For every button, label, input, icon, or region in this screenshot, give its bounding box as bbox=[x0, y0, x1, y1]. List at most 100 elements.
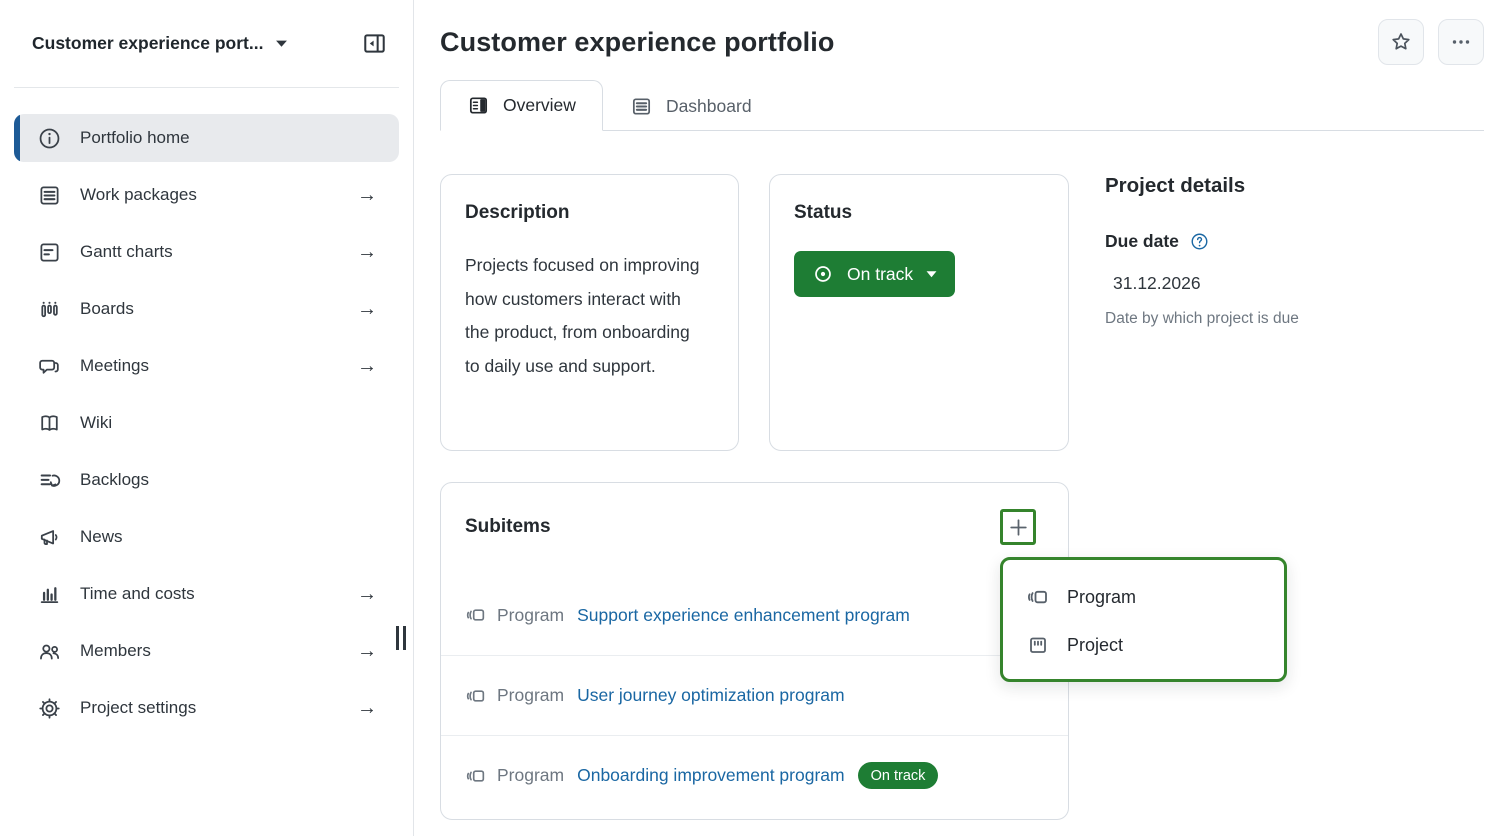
sidebar-resize-handle[interactable] bbox=[394, 625, 409, 651]
gantt-icon bbox=[36, 239, 62, 265]
program-icon bbox=[1026, 585, 1050, 609]
subitem-type: Program bbox=[465, 765, 564, 787]
work-packages-icon bbox=[36, 182, 62, 208]
status-card-title: Status bbox=[794, 202, 1044, 224]
status-card: Status On track bbox=[769, 174, 1069, 451]
subitem-type: Program bbox=[465, 604, 564, 626]
arrow-right-icon: → bbox=[357, 299, 377, 319]
news-megaphone-icon bbox=[36, 524, 62, 550]
arrow-right-icon: → bbox=[357, 356, 377, 376]
sidebar: Customer experience port... bbox=[0, 0, 414, 836]
dashboard-icon bbox=[630, 95, 653, 118]
bar-chart-icon bbox=[36, 581, 62, 607]
members-icon bbox=[36, 638, 62, 664]
overview-icon bbox=[467, 94, 490, 117]
menu-item-program[interactable]: Program bbox=[1003, 573, 1284, 621]
tab-overview[interactable]: Overview bbox=[440, 80, 603, 131]
description-card: Description Projects focused on improvin… bbox=[440, 174, 739, 451]
backlogs-icon bbox=[36, 467, 62, 493]
sidebar-item-label: Time and costs bbox=[80, 584, 357, 604]
subitem-link[interactable]: User journey optimization program bbox=[577, 685, 844, 706]
due-date-caption: Date by which project is due bbox=[1105, 310, 1484, 328]
subitem-row: Program Onboarding improvement program O… bbox=[441, 735, 1068, 815]
sidebar-item-project-settings[interactable]: Project settings → bbox=[14, 684, 399, 732]
status-circle-icon bbox=[812, 263, 834, 285]
collapse-sidebar-icon bbox=[361, 30, 388, 57]
tab-dashboard[interactable]: Dashboard bbox=[603, 80, 779, 131]
project-icon bbox=[1026, 633, 1050, 657]
boards-icon bbox=[36, 296, 62, 322]
info-icon bbox=[36, 125, 62, 151]
wiki-book-icon bbox=[36, 410, 62, 436]
meetings-icon bbox=[36, 353, 62, 379]
subitem-link[interactable]: Support experience enhancement program bbox=[577, 605, 910, 626]
description-card-title: Description bbox=[465, 202, 714, 224]
sidebar-item-members[interactable]: Members → bbox=[14, 627, 399, 675]
tab-label: Overview bbox=[503, 95, 576, 116]
add-subitem-button[interactable] bbox=[1000, 509, 1036, 545]
program-icon bbox=[465, 685, 487, 707]
menu-item-label: Program bbox=[1067, 587, 1136, 608]
subitems-card: Subitems bbox=[440, 482, 1069, 820]
sidebar-item-label: Meetings bbox=[80, 356, 357, 376]
sidebar-item-label: Backlogs bbox=[80, 470, 377, 490]
sidebar-item-boards[interactable]: Boards → bbox=[14, 285, 399, 333]
sidebar-item-time-and-costs[interactable]: Time and costs → bbox=[14, 570, 399, 618]
sidebar-item-label: News bbox=[80, 527, 377, 547]
sidebar-item-gantt-charts[interactable]: Gantt charts → bbox=[14, 228, 399, 276]
sidebar-item-work-packages[interactable]: Work packages → bbox=[14, 171, 399, 219]
menu-item-project[interactable]: Project bbox=[1003, 621, 1284, 669]
project-details-panel: Project details Due date 31.12.2026 Date… bbox=[1105, 174, 1484, 328]
main-content: Customer experience portfolio bbox=[414, 0, 1510, 836]
due-date-label: Due date bbox=[1105, 231, 1179, 252]
program-icon bbox=[465, 765, 487, 787]
favorite-button[interactable] bbox=[1378, 19, 1424, 65]
program-icon bbox=[465, 604, 487, 626]
subitem-type-label: Program bbox=[497, 605, 564, 626]
sidebar-nav: Portfolio home Work packages → bbox=[0, 88, 413, 732]
sidebar-item-portfolio-home[interactable]: Portfolio home bbox=[14, 114, 399, 162]
sidebar-item-wiki[interactable]: Wiki bbox=[14, 399, 399, 447]
caret-down-icon bbox=[275, 39, 288, 48]
sidebar-item-label: Members bbox=[80, 641, 357, 661]
help-icon[interactable] bbox=[1189, 231, 1210, 252]
sidebar-item-backlogs[interactable]: Backlogs bbox=[14, 456, 399, 504]
menu-item-label: Project bbox=[1067, 635, 1123, 656]
overview-content: Description Projects focused on improvin… bbox=[414, 131, 1510, 820]
caret-down-icon bbox=[926, 270, 937, 278]
arrow-right-icon: → bbox=[357, 641, 377, 661]
sidebar-header: Customer experience port... bbox=[0, 0, 413, 87]
sidebar-item-news[interactable]: News bbox=[14, 513, 399, 561]
project-details-title: Project details bbox=[1105, 174, 1484, 198]
page-header: Customer experience portfolio bbox=[414, 0, 1510, 65]
sidebar-item-label: Gantt charts bbox=[80, 242, 357, 262]
app-window: Customer experience port... bbox=[0, 0, 1510, 836]
sidebar-item-meetings[interactable]: Meetings → bbox=[14, 342, 399, 390]
arrow-right-icon: → bbox=[357, 242, 377, 262]
description-text: Projects focused on improving how custom… bbox=[465, 249, 705, 383]
status-badge: On track bbox=[858, 762, 939, 789]
tab-bar: Overview Dashboard bbox=[440, 80, 1484, 131]
header-actions bbox=[1378, 19, 1484, 65]
sidebar-item-label: Portfolio home bbox=[80, 128, 377, 148]
arrow-right-icon: → bbox=[357, 584, 377, 604]
due-date-value: 31.12.2026 bbox=[1105, 273, 1484, 294]
sidebar-item-label: Wiki bbox=[80, 413, 377, 433]
plus-icon bbox=[1006, 515, 1031, 540]
subitem-row: Program Support experience enhancement p… bbox=[441, 575, 1068, 655]
project-switcher[interactable]: Customer experience port... bbox=[32, 33, 288, 54]
subitem-row: Program User journey optimization progra… bbox=[441, 655, 1068, 735]
subitem-type-label: Program bbox=[497, 685, 564, 706]
arrow-right-icon: → bbox=[357, 185, 377, 205]
collapse-sidebar-button[interactable] bbox=[353, 23, 395, 65]
status-label: On track bbox=[847, 264, 913, 285]
tab-label: Dashboard bbox=[666, 96, 752, 117]
subitem-link[interactable]: Onboarding improvement program bbox=[577, 765, 845, 786]
more-options-button[interactable] bbox=[1438, 19, 1484, 65]
status-dropdown-button[interactable]: On track bbox=[794, 251, 955, 297]
gear-icon bbox=[36, 695, 62, 721]
sidebar-item-label: Work packages bbox=[80, 185, 357, 205]
subitem-type-label: Program bbox=[497, 765, 564, 786]
ellipsis-icon bbox=[1449, 30, 1473, 54]
arrow-right-icon: → bbox=[357, 698, 377, 718]
